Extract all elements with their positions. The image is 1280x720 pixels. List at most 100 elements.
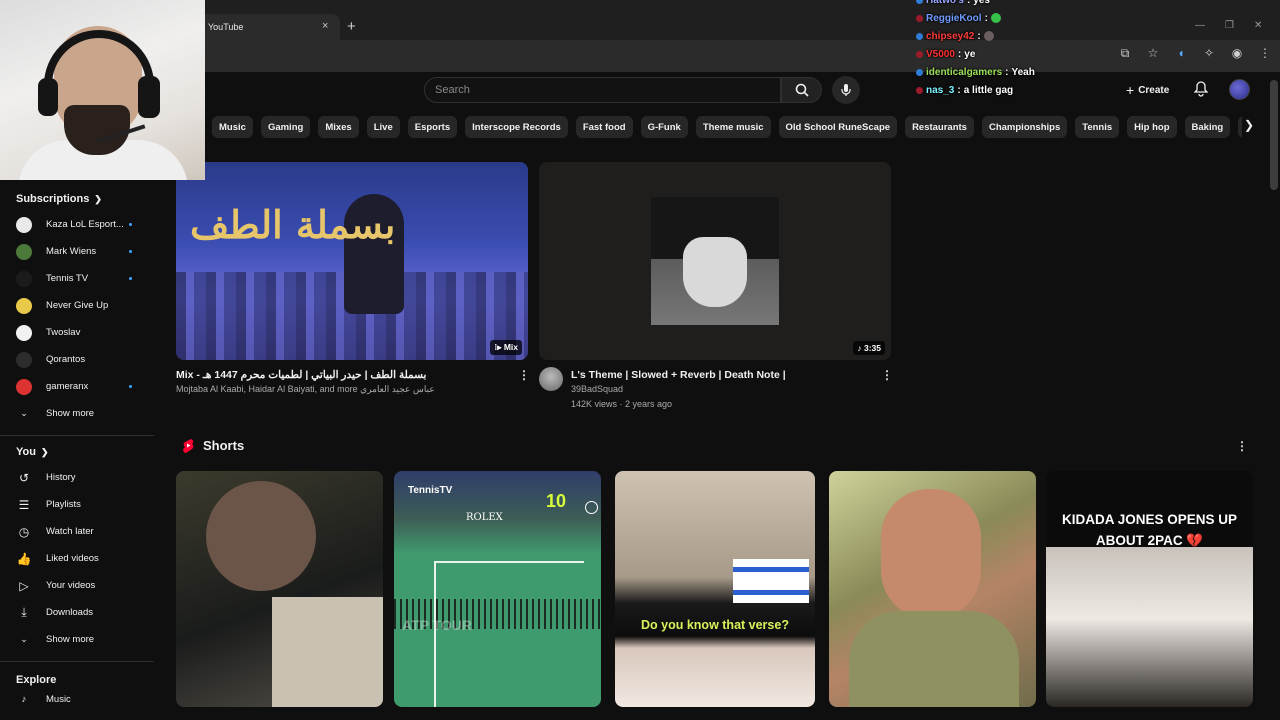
poster-image — [272, 597, 383, 707]
chat-badge-icon — [916, 86, 923, 94]
more-options-icon[interactable]: ⋮ — [518, 368, 530, 382]
you-list: ↺ History ☰ Playlists ◷ Watch later 👍 Liked vid… — [0, 464, 154, 626]
browser-tab[interactable]: YouTube — [198, 14, 340, 40]
sidebar-item-subscription[interactable]: gameranx — [0, 373, 154, 400]
chip-fast-food[interactable]: Fast food — [575, 116, 633, 138]
shirt-area — [849, 611, 1019, 707]
sidebar-item-watch-later[interactable]: ◷ Watch later — [0, 518, 154, 545]
chip-old-school-runescape[interactable]: Old School RuneScape — [778, 116, 898, 138]
minimize-icon[interactable]: — — [1195, 20, 1205, 31]
subscriptions-heading[interactable]: Subscriptions ❯ — [16, 193, 154, 205]
chat-username: nas_3 — [926, 84, 955, 96]
shorts-more-icon[interactable]: ⋮ — [1236, 439, 1248, 453]
more-options-icon[interactable]: ⋮ — [881, 368, 893, 382]
sidebar-item-subscription[interactable]: Mark Wiens — [0, 238, 154, 265]
chip-tennis[interactable]: Tennis — [1075, 116, 1120, 138]
video-channels[interactable]: Mojtaba Al Kaabi, Haidar Al Baiyati, and… — [176, 384, 511, 395]
close-window-icon[interactable]: ✕ — [1254, 20, 1262, 31]
video-stats: 142K views · 2 years ago — [571, 399, 673, 409]
sidebar-item-subscription[interactable]: Twoslav — [0, 319, 154, 346]
chip-live[interactable]: Live — [366, 116, 400, 138]
create-button[interactable]: + Create — [1118, 78, 1184, 102]
sidebar-item-subscription[interactable]: Kaza LoL Esport... — [0, 211, 154, 238]
sidebar-item-music[interactable]: ♪ Music — [0, 692, 154, 706]
voice-search-button[interactable] — [832, 76, 860, 104]
chat-badge-icon — [916, 68, 923, 76]
short-caption: Do you know that verse? — [641, 618, 789, 632]
chip-mixes[interactable]: Mixes — [318, 116, 359, 138]
bookmark-star-icon[interactable]: ☆ — [1146, 46, 1160, 61]
webcam-overlay — [0, 0, 205, 180]
explore-label: Explore — [16, 674, 57, 686]
sidebar: Subscriptions ❯ Kaza LoL Esport... Mark W… — [0, 180, 154, 720]
extension-status-icon[interactable]: ◖ — [1174, 46, 1188, 61]
tab-close-icon[interactable]: × — [322, 20, 328, 32]
chat-badge-icon — [916, 50, 923, 58]
chat-separator: : — [1005, 66, 1009, 78]
your-videos-icon: ▷ — [19, 578, 29, 593]
playlists-icon: ☰ — [18, 497, 30, 512]
photo-image — [1046, 547, 1253, 707]
short-card[interactable]: KIDADA JONES OPENS UP ABOUT 2PAC 💔 — [1046, 471, 1253, 707]
browser-menu-icon[interactable]: ⋮ — [1258, 46, 1272, 61]
tennistv-logo: TennisTV — [408, 485, 453, 496]
sidebar-item-label: Liked videos — [46, 553, 99, 564]
notifications-button[interactable] — [1192, 80, 1210, 98]
sidebar-item-subscription[interactable]: Never Give Up — [0, 292, 154, 319]
chip-gaming[interactable]: Gaming — [260, 116, 311, 138]
profile-icon[interactable]: ◉ — [1230, 46, 1244, 61]
page-scrollbar[interactable] — [1270, 80, 1278, 190]
sidebar-item-downloads[interactable]: ⤓ Downloads — [0, 599, 154, 626]
video-thumbnail[interactable]: ♪ 3:35 — [539, 162, 891, 360]
show-more-subscriptions[interactable]: ⌄ Show more — [0, 400, 154, 427]
video-title[interactable]: Mix - بسملة الطف | حيدر البياتي | لطميات… — [176, 369, 511, 381]
chip-esports[interactable]: Esports — [407, 116, 458, 138]
install-app-icon[interactable]: ⧉ — [1118, 46, 1132, 61]
sidebar-item-label: Downloads — [46, 607, 93, 618]
short-card[interactable] — [829, 471, 1036, 707]
show-more-you[interactable]: ⌄ Show more — [0, 626, 154, 653]
sidebar-item-subscription[interactable]: Qorantos — [0, 346, 154, 373]
search-input[interactable]: Search — [424, 77, 781, 103]
tab-title: YouTube — [208, 22, 244, 32]
sidebar-item-playlists[interactable]: ☰ Playlists — [0, 491, 154, 518]
chevron-down-icon: ⌄ — [20, 408, 28, 418]
chip-music[interactable]: Music — [212, 116, 253, 138]
sidebar-item-liked-videos[interactable]: 👍 Liked videos — [0, 545, 154, 572]
channel-avatar[interactable] — [539, 367, 563, 391]
restore-icon[interactable]: ❐ — [1225, 20, 1234, 31]
short-card[interactable] — [176, 471, 383, 707]
chip-championships[interactable]: Championships — [981, 116, 1068, 138]
bottom-edge — [0, 707, 1280, 720]
search-icon — [795, 83, 809, 97]
sidebar-item-history[interactable]: ↺ History — [0, 464, 154, 491]
microphone-icon — [841, 84, 851, 96]
chat-badge-icon — [916, 0, 923, 4]
subscriptions-list: Kaza LoL Esport... Mark Wiens Tennis TV Nev… — [0, 211, 154, 400]
extensions-icon[interactable]: ✧ — [1202, 46, 1216, 61]
you-heading[interactable]: You ❯ — [16, 446, 154, 458]
chip-restaurants[interactable]: Restaurants — [905, 116, 974, 138]
chevron-right-icon[interactable]: ❯ — [1244, 118, 1254, 132]
chip-hip-hop[interactable]: Hip hop — [1127, 116, 1177, 138]
sidebar-item-subscription[interactable]: Tennis TV — [0, 265, 154, 292]
chip-vocal[interactable]: Vocal — [1238, 116, 1242, 138]
chip-theme-music[interactable]: Theme music — [695, 116, 771, 138]
video-thumbnail[interactable]: بسملة الطف ⁞▸ Mix — [176, 162, 528, 360]
sidebar-item-your-videos[interactable]: ▷ Your videos — [0, 572, 154, 599]
chat-text: yes — [973, 0, 990, 6]
new-tab-button[interactable]: + — [347, 18, 356, 35]
chat-message: V5000: ye — [916, 45, 1086, 63]
channel-name[interactable]: 39BadSquad — [571, 384, 623, 394]
chat-username: chipsey42 — [926, 30, 975, 42]
tennis-court-lines — [434, 561, 584, 707]
create-label: Create — [1138, 84, 1170, 96]
chip-interscope-records[interactable]: Interscope Records — [465, 116, 568, 138]
chip-g-funk[interactable]: G-Funk — [640, 116, 688, 138]
short-card[interactable]: TennisTV 10 ROLEX ATP TOUR — [394, 471, 601, 707]
short-card[interactable]: Do you know that verse? — [615, 471, 815, 707]
chip-baking[interactable]: Baking — [1184, 116, 1231, 138]
search-button[interactable] — [781, 77, 822, 103]
account-avatar[interactable] — [1229, 79, 1250, 100]
video-title[interactable]: L's Theme | Slowed + Reverb | Death Note… — [571, 369, 786, 381]
